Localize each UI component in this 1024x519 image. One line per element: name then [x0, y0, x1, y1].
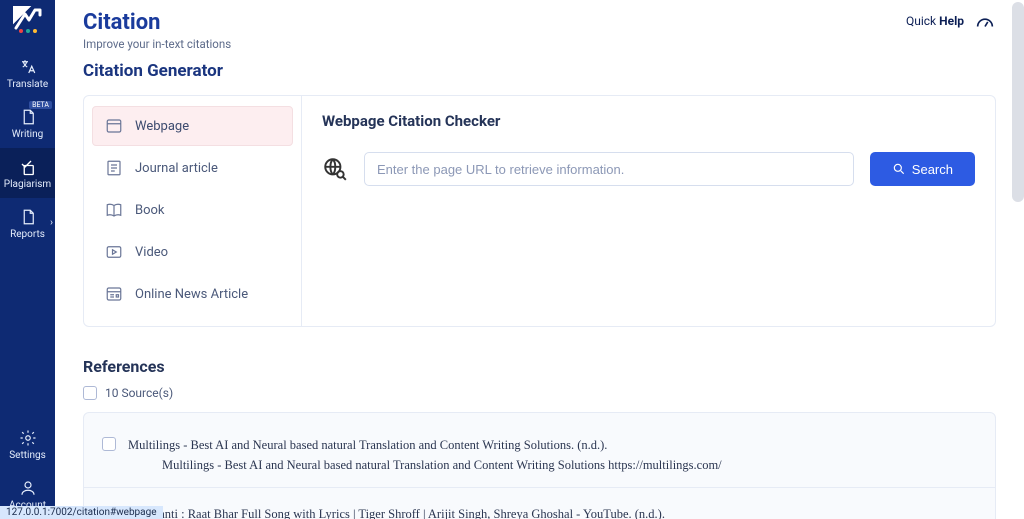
- journal-icon: [105, 159, 123, 177]
- source-count: 10 Source(s): [105, 386, 173, 400]
- tab-video[interactable]: Video: [92, 232, 293, 272]
- references-list: Multilings - Best AI and Neural based na…: [83, 412, 996, 519]
- tab-label: Video: [135, 245, 168, 260]
- gauge-icon[interactable]: [974, 10, 996, 32]
- checker-title: Webpage Citation Checker: [322, 112, 975, 130]
- webpage-icon: [105, 117, 123, 135]
- beta-badge: BETA: [29, 101, 52, 109]
- reference-item[interactable]: Heropanti : Raat Bhar Full Song with Lyr…: [84, 494, 995, 519]
- tab-journal[interactable]: Journal article: [92, 148, 293, 188]
- tab-book[interactable]: Book: [92, 190, 293, 230]
- tab-label: Online News Article: [135, 287, 248, 302]
- tab-news[interactable]: Online News Article: [92, 274, 293, 314]
- url-input[interactable]: [364, 152, 854, 186]
- section-title: Citation Generator: [55, 55, 1024, 95]
- app-logo: [13, 6, 43, 36]
- reference-item[interactable]: Multilings - Best AI and Neural based na…: [84, 425, 995, 481]
- reference-checkbox[interactable]: [102, 437, 116, 451]
- sidebar-item-writing[interactable]: BETA Writing: [0, 98, 55, 148]
- status-bar-url: 127.0.0.1:7002/citation#webpage: [0, 506, 163, 519]
- sidebar-item-plagiarism[interactable]: Plagiarism: [0, 148, 55, 198]
- reference-text: Multilings - Best AI and Neural based na…: [128, 435, 977, 475]
- sidebar-item-label: Settings: [2, 450, 53, 461]
- sidebar-item-label: Plagiarism: [2, 179, 53, 190]
- translate-icon: [19, 58, 37, 76]
- sidebar-item-label: Writing: [2, 129, 53, 140]
- references-title: References: [55, 345, 1024, 386]
- tab-webpage[interactable]: Webpage: [92, 106, 293, 146]
- gear-icon: [19, 429, 37, 447]
- tab-label: Webpage: [135, 119, 189, 134]
- sidebar-item-label: Reports: [2, 229, 53, 240]
- tab-label: Book: [135, 203, 165, 218]
- sidebar-item-label: Translate: [2, 79, 53, 90]
- chevron-right-icon: ›: [50, 218, 53, 229]
- sidebar-item-translate[interactable]: Translate: [0, 48, 55, 98]
- video-icon: [105, 243, 123, 261]
- search-button-label: Search: [912, 162, 953, 177]
- globe-search-icon: [322, 156, 348, 182]
- book-icon: [105, 201, 123, 219]
- user-icon: [19, 479, 37, 497]
- search-icon: [892, 162, 906, 176]
- news-icon: [105, 285, 123, 303]
- sidebar: Translate BETA Writing Plagiarism › Repo…: [0, 0, 55, 519]
- page-subtitle: Improve your in-text citations: [83, 37, 231, 51]
- sidebar-item-reports[interactable]: › Reports: [0, 198, 55, 248]
- generator-panel: Webpage Journal article Book Video Onlin…: [83, 95, 996, 327]
- reports-icon: [19, 208, 37, 226]
- main-content: Citation Improve your in-text citations …: [55, 0, 1024, 519]
- scrollbar[interactable]: [1012, 2, 1024, 202]
- tab-label: Journal article: [135, 161, 218, 176]
- source-type-tabs: Webpage Journal article Book Video Onlin…: [84, 96, 302, 326]
- select-all-checkbox[interactable]: [83, 386, 97, 400]
- page-title: Citation: [83, 10, 231, 35]
- document-icon: [19, 108, 37, 126]
- reference-text: Heropanti : Raat Bhar Full Song with Lyr…: [128, 504, 977, 519]
- check-doc-icon: [19, 158, 37, 176]
- help-link[interactable]: Quick Help: [906, 14, 964, 28]
- search-button[interactable]: Search: [870, 152, 975, 186]
- sidebar-item-settings[interactable]: Settings: [0, 419, 55, 469]
